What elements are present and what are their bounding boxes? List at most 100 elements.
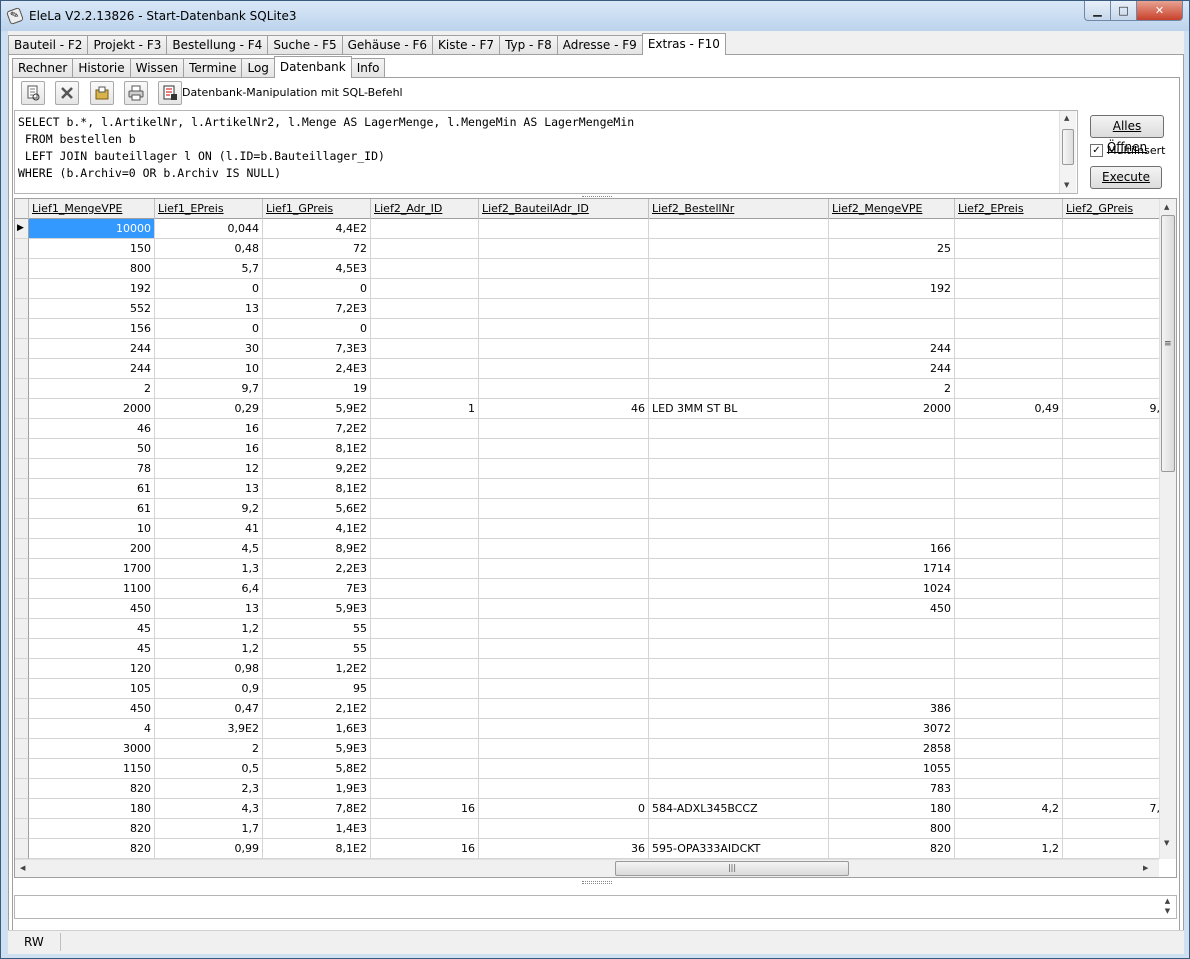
- table-row[interactable]: 10 41 4,1E2: [15, 519, 1171, 539]
- table-cell[interactable]: [1063, 599, 1171, 619]
- table-row[interactable]: 61 9,2 5,6E2: [15, 499, 1171, 519]
- table-cell[interactable]: [1063, 299, 1171, 319]
- save-button[interactable]: [158, 81, 182, 105]
- table-cell[interactable]: [955, 659, 1063, 679]
- table-cell[interactable]: 46: [29, 419, 155, 439]
- row-indicator[interactable]: [15, 679, 29, 699]
- table-cell[interactable]: [955, 579, 1063, 599]
- table-cell[interactable]: [1063, 519, 1171, 539]
- table-row[interactable]: 820 1,7 1,4E3 800: [15, 819, 1171, 839]
- table-cell[interactable]: 386: [829, 699, 955, 719]
- table-cell[interactable]: [371, 559, 479, 579]
- table-cell[interactable]: [371, 519, 479, 539]
- table-cell[interactable]: [371, 219, 479, 239]
- table-cell[interactable]: 3072: [829, 719, 955, 739]
- table-row[interactable]: 200 4,5 8,9E2 166: [15, 539, 1171, 559]
- table-cell[interactable]: [649, 419, 829, 439]
- table-row[interactable]: 61 13 8,1E2: [15, 479, 1171, 499]
- table-cell[interactable]: [479, 659, 649, 679]
- table-cell[interactable]: [1063, 499, 1171, 519]
- table-cell[interactable]: [955, 279, 1063, 299]
- table-cell[interactable]: [479, 319, 649, 339]
- table-cell[interactable]: 192: [829, 279, 955, 299]
- table-cell[interactable]: [649, 779, 829, 799]
- table-cell[interactable]: 4,2: [955, 799, 1063, 819]
- tab-historie[interactable]: Historie: [72, 58, 131, 78]
- table-cell[interactable]: [371, 819, 479, 839]
- table-cell[interactable]: [479, 459, 649, 479]
- sql-editor[interactable]: SELECT b.*, l.ArtikelNr, l.ArtikelNr2, l…: [14, 110, 1078, 194]
- table-row[interactable]: 800 5,7 4,5E3: [15, 259, 1171, 279]
- table-cell[interactable]: 7,6: [1063, 799, 1171, 819]
- table-cell[interactable]: [829, 499, 955, 519]
- table-cell[interactable]: 1,9E3: [263, 779, 371, 799]
- row-indicator[interactable]: [15, 579, 29, 599]
- table-cell[interactable]: [955, 439, 1063, 459]
- table-cell[interactable]: [649, 599, 829, 619]
- table-cell[interactable]: [371, 659, 479, 679]
- table-cell[interactable]: 200: [29, 539, 155, 559]
- table-cell[interactable]: [649, 219, 829, 239]
- table-cell[interactable]: [955, 559, 1063, 579]
- table-cell[interactable]: [649, 579, 829, 599]
- table-cell[interactable]: 0,044: [155, 219, 263, 239]
- table-cell[interactable]: 9,2E2: [263, 459, 371, 479]
- table-cell[interactable]: 46: [479, 399, 649, 419]
- column-header[interactable]: Lief1_EPreis: [155, 199, 263, 219]
- table-row[interactable]: 78 12 9,2E2: [15, 459, 1171, 479]
- table-cell[interactable]: 4,5: [155, 539, 263, 559]
- table-cell[interactable]: 2000: [829, 399, 955, 419]
- row-indicator[interactable]: [15, 379, 29, 399]
- row-indicator[interactable]: [15, 439, 29, 459]
- table-cell[interactable]: 5,9E2: [263, 399, 371, 419]
- table-cell[interactable]: 1,6E3: [263, 719, 371, 739]
- delete-button[interactable]: [55, 81, 79, 105]
- column-header[interactable]: Lief2_EPreis: [955, 199, 1063, 219]
- tab-adresse[interactable]: Adresse - F9: [556, 35, 643, 55]
- column-header[interactable]: Lief1_MengeVPE: [29, 199, 155, 219]
- table-cell[interactable]: 16: [371, 799, 479, 819]
- table-cell[interactable]: 4,3: [155, 799, 263, 819]
- table-cell[interactable]: 1: [1063, 839, 1171, 859]
- table-cell[interactable]: 244: [829, 359, 955, 379]
- table-cell[interactable]: [371, 599, 479, 619]
- tab-suche[interactable]: Suche - F5: [267, 35, 343, 55]
- row-indicator[interactable]: [15, 319, 29, 339]
- table-cell[interactable]: [955, 219, 1063, 239]
- table-cell[interactable]: [829, 619, 955, 639]
- table-row[interactable]: 150 0,48 72 25: [15, 239, 1171, 259]
- table-cell[interactable]: 19: [263, 379, 371, 399]
- scroll-up-icon[interactable]: ▲: [1164, 203, 1169, 211]
- table-cell[interactable]: 13: [155, 479, 263, 499]
- row-indicator[interactable]: [15, 559, 29, 579]
- table-cell[interactable]: 1,3: [155, 559, 263, 579]
- table-cell[interactable]: 2,3: [155, 779, 263, 799]
- table-cell[interactable]: [649, 759, 829, 779]
- table-cell[interactable]: [649, 239, 829, 259]
- table-cell[interactable]: [479, 599, 649, 619]
- table-cell[interactable]: 0,9: [155, 679, 263, 699]
- table-cell[interactable]: [955, 779, 1063, 799]
- table-cell[interactable]: 1024: [829, 579, 955, 599]
- table-cell[interactable]: [649, 439, 829, 459]
- table-cell[interactable]: 1,2: [155, 619, 263, 639]
- table-cell[interactable]: [649, 659, 829, 679]
- table-cell[interactable]: [479, 699, 649, 719]
- table-cell[interactable]: [829, 639, 955, 659]
- table-cell[interactable]: 78: [29, 459, 155, 479]
- multiinsert-checkbox[interactable]: ✓ MultiInsert: [1090, 144, 1165, 157]
- table-cell[interactable]: 1,2: [955, 839, 1063, 859]
- row-indicator[interactable]: [15, 539, 29, 559]
- table-cell[interactable]: 450: [829, 599, 955, 619]
- table-cell[interactable]: 1100: [29, 579, 155, 599]
- table-cell[interactable]: [1063, 679, 1171, 699]
- table-cell[interactable]: [649, 519, 829, 539]
- table-cell[interactable]: 244: [29, 359, 155, 379]
- table-cell[interactable]: 1150: [29, 759, 155, 779]
- table-cell[interactable]: [1063, 759, 1171, 779]
- table-cell[interactable]: 0: [479, 799, 649, 819]
- table-cell[interactable]: 0,47: [155, 699, 263, 719]
- table-cell[interactable]: 9,8: [1063, 399, 1171, 419]
- table-cell[interactable]: [1063, 819, 1171, 839]
- table-cell[interactable]: [955, 819, 1063, 839]
